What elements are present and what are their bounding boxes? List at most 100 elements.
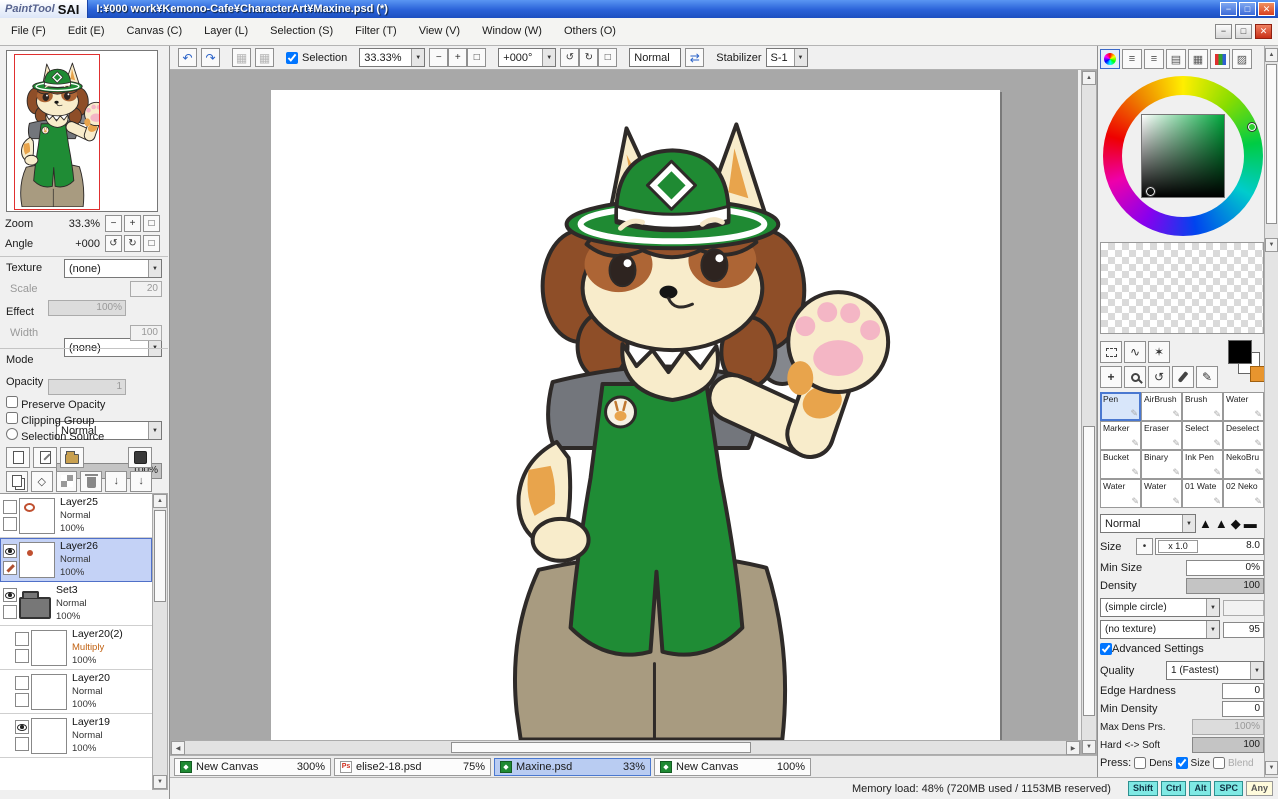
- canvas-document[interactable]: [271, 90, 1000, 740]
- stabilizer-combo[interactable]: S-1 ▼: [765, 48, 808, 67]
- min-size-slider[interactable]: 0%: [1186, 560, 1264, 576]
- rotate-reset-button[interactable]: □: [598, 48, 618, 67]
- rotate-cw-button[interactable]: ↻: [579, 48, 599, 67]
- press-size-checkbox[interactable]: [1175, 757, 1188, 769]
- brush-shape-combo[interactable]: (simple circle) ▼: [1100, 598, 1220, 617]
- rotate-view-tool-button[interactable]: ↺: [1148, 366, 1170, 388]
- menu-file[interactable]: File (F): [0, 18, 57, 45]
- brush-tip-triangle-icon[interactable]: ▲: [1199, 516, 1212, 531]
- color-wheel[interactable]: [1103, 76, 1263, 236]
- navigator-preview[interactable]: [6, 50, 158, 212]
- key-indicator-spc[interactable]: SPC: [1214, 781, 1243, 796]
- selection-visible-checkbox[interactable]: [286, 51, 298, 64]
- menu-layer[interactable]: Layer (L): [193, 18, 259, 45]
- tool-brush[interactable]: Brush ✎: [1182, 392, 1223, 421]
- layer-extra-toggle[interactable]: [15, 737, 29, 751]
- clipping-group-checkbox[interactable]: [6, 412, 18, 424]
- tool-nekobru[interactable]: NekoBru ✎: [1223, 450, 1264, 479]
- tool-select[interactable]: Select ✎: [1182, 421, 1223, 450]
- tool-deselect[interactable]: Deselect ✎: [1223, 421, 1264, 450]
- layer-visibility-toggle[interactable]: [3, 588, 17, 602]
- max-dens-slider[interactable]: 100%: [1192, 719, 1264, 735]
- layer-visibility-toggle[interactable]: [15, 676, 29, 690]
- new-layer-set-button[interactable]: [60, 446, 84, 468]
- rect-select-tool-button[interactable]: [1100, 341, 1122, 363]
- canvas-horizontal-scrollbar[interactable]: ◀ ▶: [170, 740, 1081, 755]
- primary-color-swatch[interactable]: [1228, 340, 1252, 364]
- zoom-tool-button[interactable]: [1124, 366, 1146, 388]
- press-dens-checkbox[interactable]: [1134, 757, 1147, 769]
- size-unit-button[interactable]: •: [1136, 538, 1153, 555]
- brush-tip-diamond-icon[interactable]: ◆: [1231, 516, 1241, 532]
- layer-set-folder-icon[interactable]: [19, 590, 51, 619]
- delete-layer-button[interactable]: [80, 470, 103, 492]
- doc-close-button[interactable]: ✕: [1255, 24, 1272, 39]
- layer-visibility-toggle[interactable]: [15, 720, 29, 734]
- clear-layer-button[interactable]: [55, 470, 78, 492]
- tool-water[interactable]: Water ✎: [1223, 392, 1264, 421]
- scroll-right-button[interactable]: ▶: [1066, 741, 1080, 755]
- maximize-button[interactable]: □: [1239, 2, 1256, 16]
- tool-marker[interactable]: Marker ✎: [1100, 421, 1141, 450]
- tab-elise2-18[interactable]: Ps elise2-18.psd 75%: [334, 757, 491, 776]
- hue-cursor[interactable]: [1247, 122, 1257, 132]
- layer-thumbnail[interactable]: [31, 673, 67, 710]
- tab-new-canvas-1[interactable]: ◆ New Canvas 300%: [174, 757, 331, 776]
- scrollbar-thumb[interactable]: [1266, 64, 1277, 224]
- scratchpad-tab-button[interactable]: ▨: [1232, 49, 1252, 69]
- brush-tip-triangle2-icon[interactable]: ▲: [1215, 516, 1228, 531]
- brush-blend-combo[interactable]: Normal ▼: [1100, 514, 1196, 533]
- nav-zoom-in-button[interactable]: +: [124, 215, 141, 232]
- brush-texture-strength[interactable]: 95: [1223, 621, 1264, 638]
- layer-thumbnail[interactable]: [31, 629, 67, 666]
- undo-button[interactable]: ↶: [178, 48, 197, 67]
- layer-edit-indicator[interactable]: [3, 561, 17, 575]
- title-bar[interactable]: PaintTool SAI I:¥000 work¥Kemono-Cafe¥Ch…: [0, 0, 1278, 18]
- layer-mask-button[interactable]: [128, 446, 152, 468]
- menu-window[interactable]: Window (W): [471, 18, 553, 45]
- tool-inkpen[interactable]: Ink Pen ✎: [1182, 450, 1223, 479]
- doc-minimize-button[interactable]: −: [1215, 24, 1232, 39]
- angle-combo[interactable]: +000° ▼: [498, 48, 557, 67]
- rotate-ccw-button[interactable]: ↺: [560, 48, 580, 67]
- new-layer-button[interactable]: [6, 446, 30, 468]
- layer-visibility-toggle[interactable]: [15, 632, 29, 646]
- menu-canvas[interactable]: Canvas (C): [116, 18, 194, 45]
- layer-extra-toggle[interactable]: [15, 693, 29, 707]
- nav-rotate-reset-button[interactable]: □: [143, 235, 160, 252]
- pen-cursor-tool-button[interactable]: ✎: [1196, 366, 1218, 388]
- layer-extra-toggle[interactable]: [3, 605, 17, 619]
- selection-clear-button[interactable]: ▦: [255, 48, 274, 67]
- brush-tip-bar-icon[interactable]: ▬: [1244, 516, 1257, 531]
- min-density-value[interactable]: 0: [1222, 701, 1264, 717]
- brush-size-slider[interactable]: x 1.0 8.0: [1155, 538, 1264, 555]
- layer-extra-toggle[interactable]: [15, 649, 29, 663]
- hsv-slider-tab-button[interactable]: ≡: [1144, 49, 1164, 69]
- color-scratchpad[interactable]: [1100, 242, 1264, 334]
- transfer-down2-button[interactable]: ↓: [130, 470, 152, 492]
- doc-restore-button[interactable]: □: [1235, 24, 1252, 39]
- tool-02-neko[interactable]: 02 Neko ✎: [1223, 479, 1264, 508]
- tool-water2[interactable]: Water ✎: [1100, 479, 1141, 508]
- zoom-in-button[interactable]: +: [448, 48, 468, 67]
- tab-maxine-selected[interactable]: ◆ Maxine.psd 33%: [494, 757, 651, 776]
- layer-thumbnail[interactable]: [31, 717, 67, 754]
- zoom-combo[interactable]: 33.33% ▼: [359, 48, 426, 67]
- tool-airbrush[interactable]: AirBrush ✎: [1141, 392, 1182, 421]
- layer-thumbnail[interactable]: [19, 497, 55, 534]
- redo-button[interactable]: ↷: [201, 48, 220, 67]
- tab-new-canvas-2[interactable]: ◆ New Canvas 100%: [654, 757, 811, 776]
- menu-view[interactable]: View (V): [408, 18, 471, 45]
- nav-zoom-out-button[interactable]: −: [105, 215, 122, 232]
- brush-texture-combo[interactable]: (no texture) ▼: [1100, 620, 1220, 639]
- new-linework-layer-button[interactable]: [33, 446, 57, 468]
- move-tool-button[interactable]: +: [1100, 366, 1122, 388]
- custom-palette-tab-button[interactable]: [1210, 49, 1230, 69]
- close-button[interactable]: ✕: [1258, 2, 1275, 16]
- scroll-up-button[interactable]: ▲: [1265, 48, 1278, 62]
- advanced-settings-checkbox[interactable]: [1100, 643, 1112, 655]
- layer-set-row[interactable]: Set3 Normal 100%: [0, 582, 152, 626]
- zoom-out-button[interactable]: −: [429, 48, 449, 67]
- layer-list-scrollbar[interactable]: ▲ ▼: [152, 493, 168, 790]
- layer-row[interactable]: Layer25 Normal 100%: [0, 494, 152, 538]
